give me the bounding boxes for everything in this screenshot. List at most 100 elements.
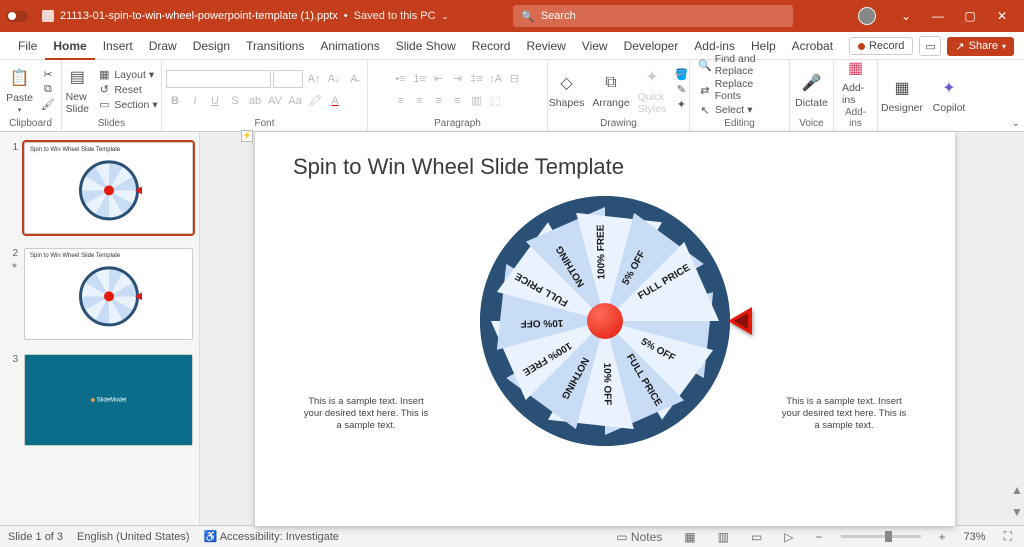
zoom-level[interactable]: 73% (964, 531, 986, 543)
text-direction-button[interactable]: ↕A (487, 70, 505, 88)
slide-thumbnail-2[interactable]: Spin to Win Wheel Slide Template (24, 248, 193, 340)
tab-review[interactable]: Review (518, 35, 573, 59)
fit-window-button[interactable]: ⛶ (1000, 529, 1016, 544)
find-replace-button[interactable]: 🔍Find and Replace (696, 53, 783, 77)
slide-title[interactable]: Spin to Win Wheel Slide Template (293, 154, 624, 180)
prev-slide-button[interactable]: ▲ (1011, 483, 1023, 497)
layout-button[interactable]: ▦Layout ▾ (95, 68, 159, 82)
designer-button[interactable]: ▦Designer (879, 76, 925, 114)
bold-button[interactable]: B (166, 92, 184, 110)
slideshow-view-button[interactable]: ▷ (780, 530, 797, 544)
animation-tag-icon[interactable]: ⚡ (241, 130, 253, 142)
align-left-button[interactable]: ≡ (392, 92, 410, 110)
font-size-input[interactable] (273, 70, 303, 88)
indent-inc-button[interactable]: ⇥ (449, 70, 467, 88)
select-button[interactable]: ↖Select ▾ (696, 103, 783, 117)
close-button[interactable]: ✕ (986, 0, 1018, 32)
align-center-button[interactable]: ≡ (411, 92, 429, 110)
tab-design[interactable]: Design (185, 35, 238, 59)
clipboard-icon: 📋 (8, 66, 32, 90)
tab-transitions[interactable]: Transitions (238, 35, 312, 59)
cut-button[interactable]: ✂ (39, 68, 57, 82)
dictate-button[interactable]: 🎤Dictate (793, 71, 830, 109)
user-avatar[interactable] (858, 7, 876, 25)
font-color-button[interactable]: A (326, 92, 344, 110)
tab-insert[interactable]: Insert (95, 35, 141, 59)
section-button[interactable]: ▭Section ▾ (95, 98, 159, 112)
strike-button[interactable]: S (226, 92, 244, 110)
tab-draw[interactable]: Draw (141, 35, 185, 59)
present-button[interactable]: ▭ (919, 36, 941, 56)
replace-fonts-button[interactable]: ⇄Replace Fonts (696, 78, 783, 102)
arrange-button[interactable]: ⧉Arrange (590, 71, 631, 109)
notes-button[interactable]: ▭ Notes (612, 530, 666, 544)
reset-button[interactable]: ↺Reset (95, 83, 159, 97)
normal-view-button[interactable]: ▦ (680, 530, 699, 544)
shapes-button[interactable]: ◇Shapes (547, 71, 587, 109)
search-icon: 🔍 (521, 10, 535, 23)
shadow-button[interactable]: ab (246, 92, 264, 110)
copilot-button[interactable]: ✦Copilot (931, 76, 968, 114)
font-family-input[interactable] (166, 70, 271, 88)
zoom-in-button[interactable]: + (935, 530, 950, 544)
slide-thumbnail-1[interactable]: Spin to Win Wheel Slide Template (24, 142, 193, 234)
autosave-toggle[interactable] (6, 11, 36, 22)
tab-record[interactable]: Record (464, 35, 519, 59)
line-spacing-button[interactable]: ‡≡ (468, 70, 486, 88)
spin-wheel[interactable]: 100% FREE5% OFFFULL PRICE10% OFFNOTHING1… (480, 196, 730, 446)
sorter-view-button[interactable]: ▥ (714, 530, 733, 544)
tab-home[interactable]: Home (45, 35, 94, 60)
shape-outline-button[interactable]: ✎ (672, 83, 690, 97)
tab-developer[interactable]: Developer (616, 35, 687, 59)
sample-text-right[interactable]: This is a sample text. Insert your desir… (779, 396, 909, 433)
format-painter-button[interactable]: 🖌 (39, 98, 57, 112)
align-text-button[interactable]: ⊟ (506, 70, 524, 88)
share-button[interactable]: ↗Share▾ (947, 37, 1014, 56)
slide-canvas[interactable]: ⚡ Spin to Win Wheel Slide Template This … (200, 132, 1010, 525)
ribbon-mode-button[interactable]: ⌄ (890, 0, 922, 32)
highlight-button[interactable]: 🖍 (306, 92, 324, 110)
document-title[interactable]: 21113-01-spin-to-win-wheel-powerpoint-te… (42, 10, 448, 22)
case-button[interactable]: Aa (286, 92, 304, 110)
tab-file[interactable]: File (10, 35, 45, 59)
bullets-button[interactable]: •≡ (392, 70, 410, 88)
justify-button[interactable]: ≡ (449, 92, 467, 110)
slide-indicator[interactable]: Slide 1 of 3 (8, 531, 63, 543)
accessibility-indicator[interactable]: ♿ Accessibility: Investigate (204, 530, 339, 543)
language-indicator[interactable]: English (United States) (77, 531, 190, 543)
search-box[interactable]: 🔍 Search (513, 5, 793, 27)
tab-slide-show[interactable]: Slide Show (388, 35, 464, 59)
shape-effects-button[interactable]: ✦ (672, 98, 690, 112)
maximize-button[interactable]: ▢ (954, 0, 986, 32)
paste-button[interactable]: 📋 Paste ▾ (4, 66, 35, 114)
spacing-button[interactable]: AV (266, 92, 284, 110)
columns-button[interactable]: ▥ (468, 92, 486, 110)
numbers-button[interactable]: 1≡ (411, 70, 429, 88)
minimize-button[interactable]: — (922, 0, 954, 32)
shape-fill-button[interactable]: 🪣 (672, 68, 690, 82)
zoom-out-button[interactable]: − (812, 530, 827, 544)
addins-button[interactable]: ▦Add-ins (840, 56, 871, 106)
collapse-ribbon-button[interactable]: ⌄ (1012, 118, 1020, 129)
clear-format-button[interactable]: A̶ (345, 70, 363, 88)
tab-acrobat[interactable]: Acrobat (784, 35, 841, 59)
italic-button[interactable]: I (186, 92, 204, 110)
sample-text-left[interactable]: This is a sample text. Insert your desir… (301, 396, 431, 433)
underline-button[interactable]: U (206, 92, 224, 110)
tab-animations[interactable]: Animations (312, 35, 387, 59)
zoom-slider[interactable] (841, 535, 921, 538)
smartart-button[interactable]: ⬚ (487, 92, 505, 110)
copy-button[interactable]: ⧉ (39, 83, 57, 97)
next-slide-button[interactable]: ▼ (1011, 505, 1023, 519)
increase-font-button[interactable]: A↑ (305, 70, 323, 88)
quick-styles-button[interactable]: ✦Quick Styles (636, 65, 669, 115)
align-right-button[interactable]: ≡ (430, 92, 448, 110)
decrease-font-button[interactable]: A↓ (325, 70, 343, 88)
record-button[interactable]: Record (849, 37, 913, 55)
indent-dec-button[interactable]: ⇤ (430, 70, 448, 88)
new-slide-button[interactable]: ▤ New Slide (63, 65, 91, 115)
reading-view-button[interactable]: ▭ (747, 530, 766, 544)
tab-view[interactable]: View (574, 35, 616, 59)
slide-thumbnail-3[interactable]: ◆ SlideModel (24, 354, 193, 446)
wheel-segment-label: 100% FREE (596, 224, 608, 279)
